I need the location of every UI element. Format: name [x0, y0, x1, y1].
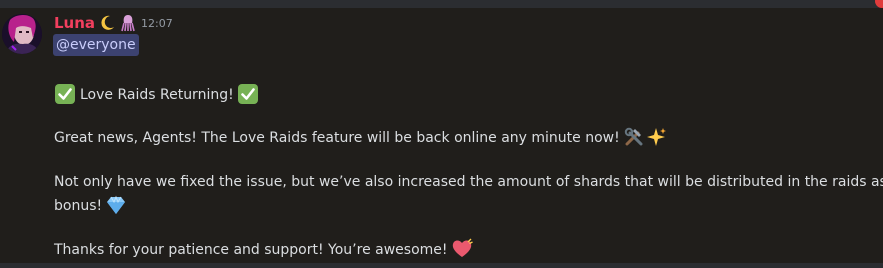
avatar[interactable] — [2, 14, 42, 54]
paragraph-2-line-1: Not only have we fixed the issue, but we… — [54, 174, 883, 190]
message-header: Luna 12:07 — [54, 13, 173, 33]
gem-icon — [105, 194, 127, 216]
check-mark-icon — [237, 83, 259, 105]
heart-icon — [451, 238, 473, 260]
crescent-moon-icon — [98, 14, 116, 32]
paragraph-3-line: Thanks for your patience and support! Yo… — [54, 238, 473, 261]
paragraph-2-line-2: bonus! — [54, 194, 127, 217]
hammer-and-wrench-icon — [623, 126, 645, 148]
chat-message: Luna 12:07 @everyone Love Raids Returnin… — [0, 8, 883, 263]
paragraph-3: Thanks for your patience and support! Yo… — [54, 242, 448, 258]
paragraph-1: Great news, Agents! The Love Raids featu… — [54, 130, 620, 146]
paragraph-2-end: bonus! — [54, 198, 103, 214]
paragraph-1-line: Great news, Agents! The Love Raids featu… — [54, 126, 667, 149]
check-mark-icon — [54, 83, 76, 105]
sparkles-icon — [645, 126, 667, 148]
author-name[interactable]: Luna — [54, 14, 95, 32]
bottom-divider — [0, 263, 883, 268]
announcement-title-line: Love Raids Returning! — [54, 83, 259, 106]
everyone-mention[interactable]: @everyone — [53, 34, 139, 56]
message-timestamp[interactable]: 12:07 — [141, 17, 173, 30]
announcement-title: Love Raids Returning! — [80, 87, 234, 103]
top-divider — [0, 0, 883, 8]
squid-icon — [119, 14, 137, 32]
